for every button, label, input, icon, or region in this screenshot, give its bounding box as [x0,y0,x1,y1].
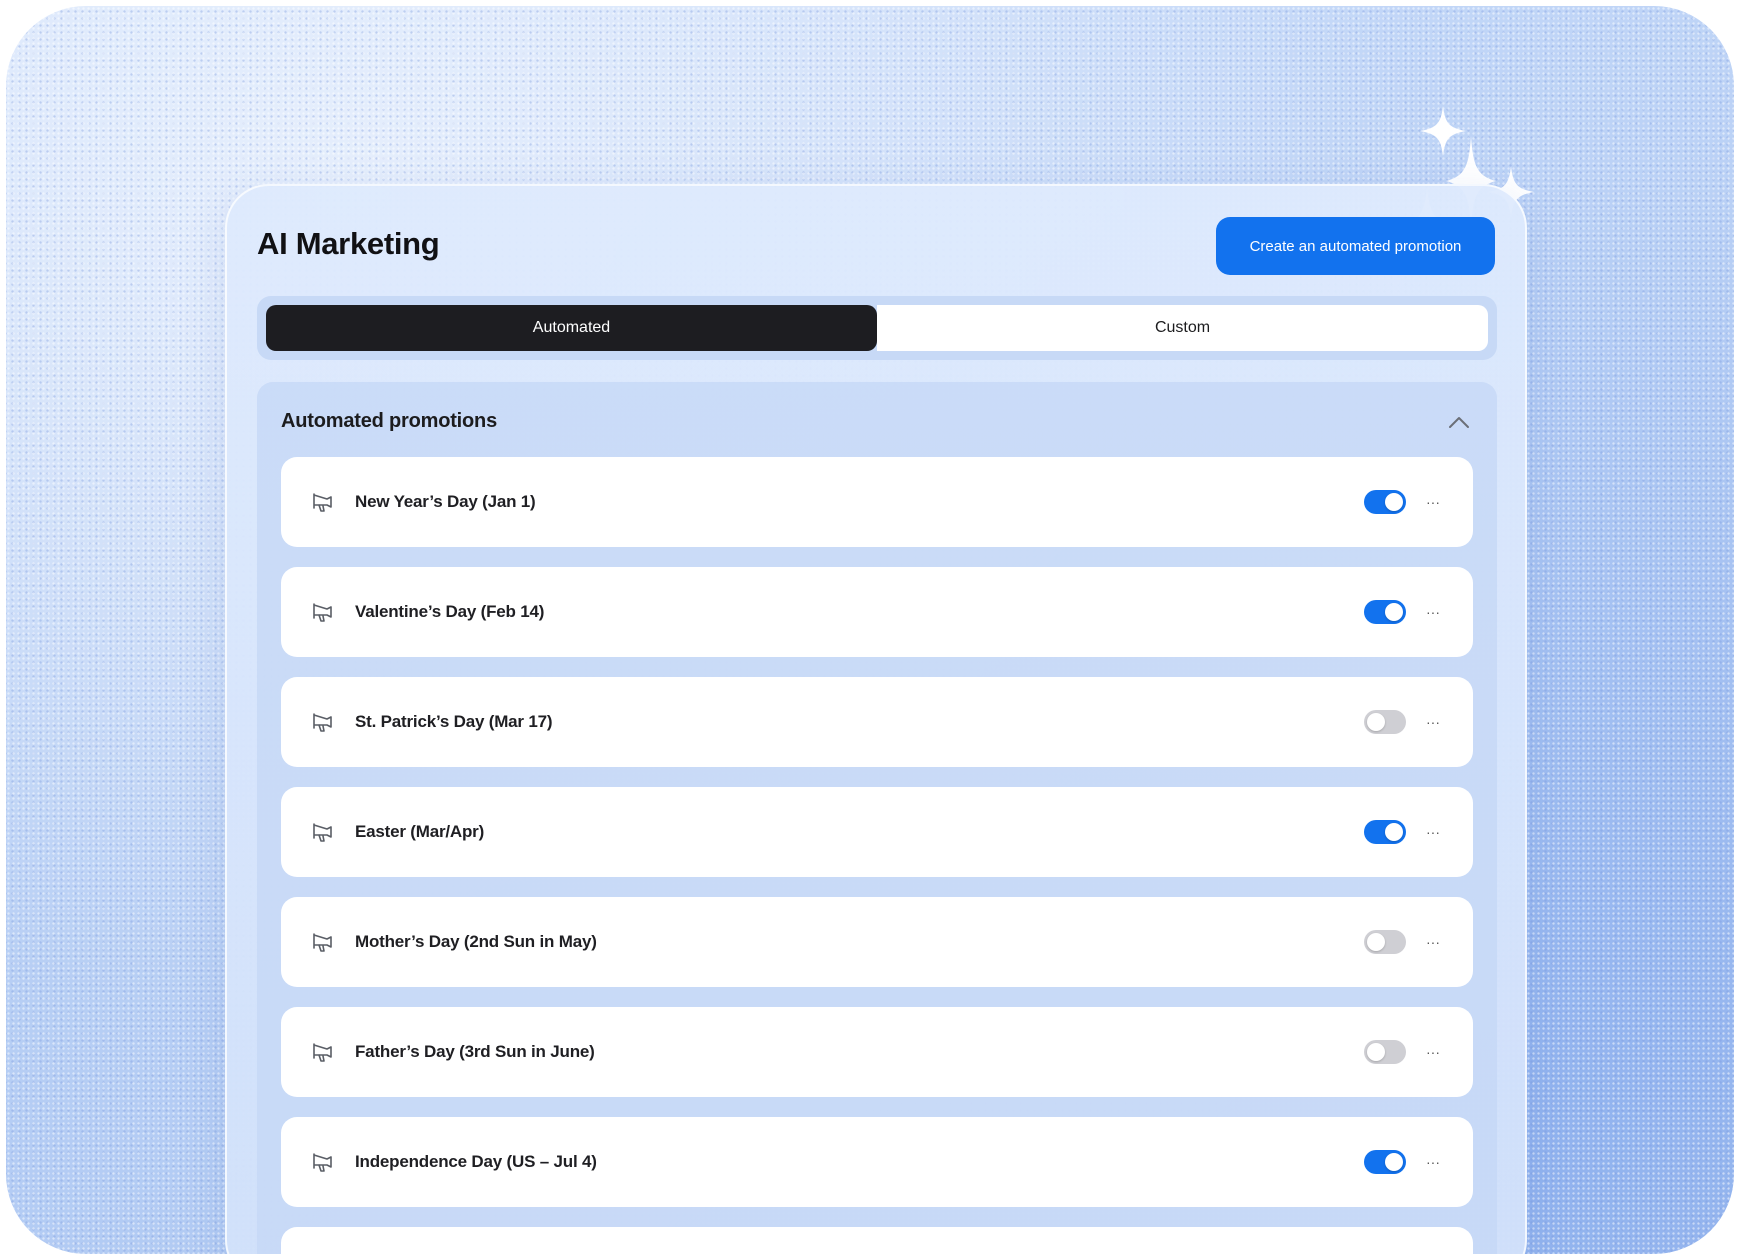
create-automated-promotion-button[interactable]: Create an automated promotion [1216,217,1495,275]
more-options-button[interactable]: ··· [1419,817,1447,847]
promotion-row[interactable]: Father’s Day (3rd Sun in June) ··· [281,1007,1473,1097]
more-options-button[interactable]: ··· [1419,927,1447,957]
toggle-knob [1385,603,1403,621]
toggle-knob [1367,933,1385,951]
toggle-knob [1367,1043,1385,1061]
promotion-label: St. Patrick’s Day (Mar 17) [355,712,553,731]
promotion-label: Easter (Mar/Apr) [355,822,485,841]
promotion-label: Father’s Day (3rd Sun in June) [355,1042,595,1061]
megaphone-icon [311,490,335,514]
promotion-row[interactable]: ··· [281,1227,1473,1254]
promotion-row[interactable]: Easter (Mar/Apr) ··· [281,787,1473,877]
promotion-toggle[interactable] [1364,930,1406,954]
page-title: AI Marketing [257,226,440,261]
megaphone-icon [311,1040,335,1064]
marketing-panel: AI Marketing Create an automated promoti… [225,184,1527,1254]
toggle-knob [1385,493,1403,511]
megaphone-icon [311,930,335,954]
megaphone-icon [311,600,335,624]
tab-custom[interactable]: Custom [877,305,1488,351]
promotion-label: Independence Day (US – Jul 4) [355,1152,597,1171]
sparkle-icon [1420,106,1466,156]
promotion-label: Valentine’s Day (Feb 14) [355,602,545,621]
toggle-knob [1367,713,1385,731]
more-options-button[interactable]: ··· [1419,1037,1447,1067]
toggle-knob [1385,1153,1403,1171]
promotion-toggle[interactable] [1364,710,1406,734]
promotion-toggle[interactable] [1364,600,1406,624]
tab-automated[interactable]: Automated [266,305,877,351]
more-options-button[interactable]: ··· [1419,597,1447,627]
promotion-label: New Year’s Day (Jan 1) [355,492,536,511]
promotion-toggle[interactable] [1364,1150,1406,1174]
megaphone-icon [311,710,335,734]
promotion-toggle[interactable] [1364,820,1406,844]
more-options-button[interactable]: ··· [1419,487,1447,517]
automated-promotions-section: Automated promotions New Year’s Day (Jan… [257,382,1497,1254]
promotion-row[interactable]: New Year’s Day (Jan 1) ··· [281,457,1473,547]
section-title: Automated promotions [281,410,497,432]
more-options-button[interactable]: ··· [1419,1147,1447,1177]
promotion-row[interactable]: Independence Day (US – Jul 4) ··· [281,1117,1473,1207]
background-frame: AI Marketing Create an automated promoti… [6,6,1734,1254]
megaphone-icon [311,820,335,844]
megaphone-icon [311,1150,335,1174]
promotion-toggle[interactable] [1364,1040,1406,1064]
promotion-row[interactable]: Mother’s Day (2nd Sun in May) ··· [281,897,1473,987]
promotion-label: Mother’s Day (2nd Sun in May) [355,932,597,951]
promotion-row[interactable]: Valentine’s Day (Feb 14) ··· [281,567,1473,657]
chevron-up-icon[interactable] [1445,408,1473,436]
toggle-knob [1385,823,1403,841]
promotion-row[interactable]: St. Patrick’s Day (Mar 17) ··· [281,677,1473,767]
promotion-toggle[interactable] [1364,490,1406,514]
more-options-button[interactable]: ··· [1419,707,1447,737]
tab-bar: Automated Custom [257,296,1497,360]
